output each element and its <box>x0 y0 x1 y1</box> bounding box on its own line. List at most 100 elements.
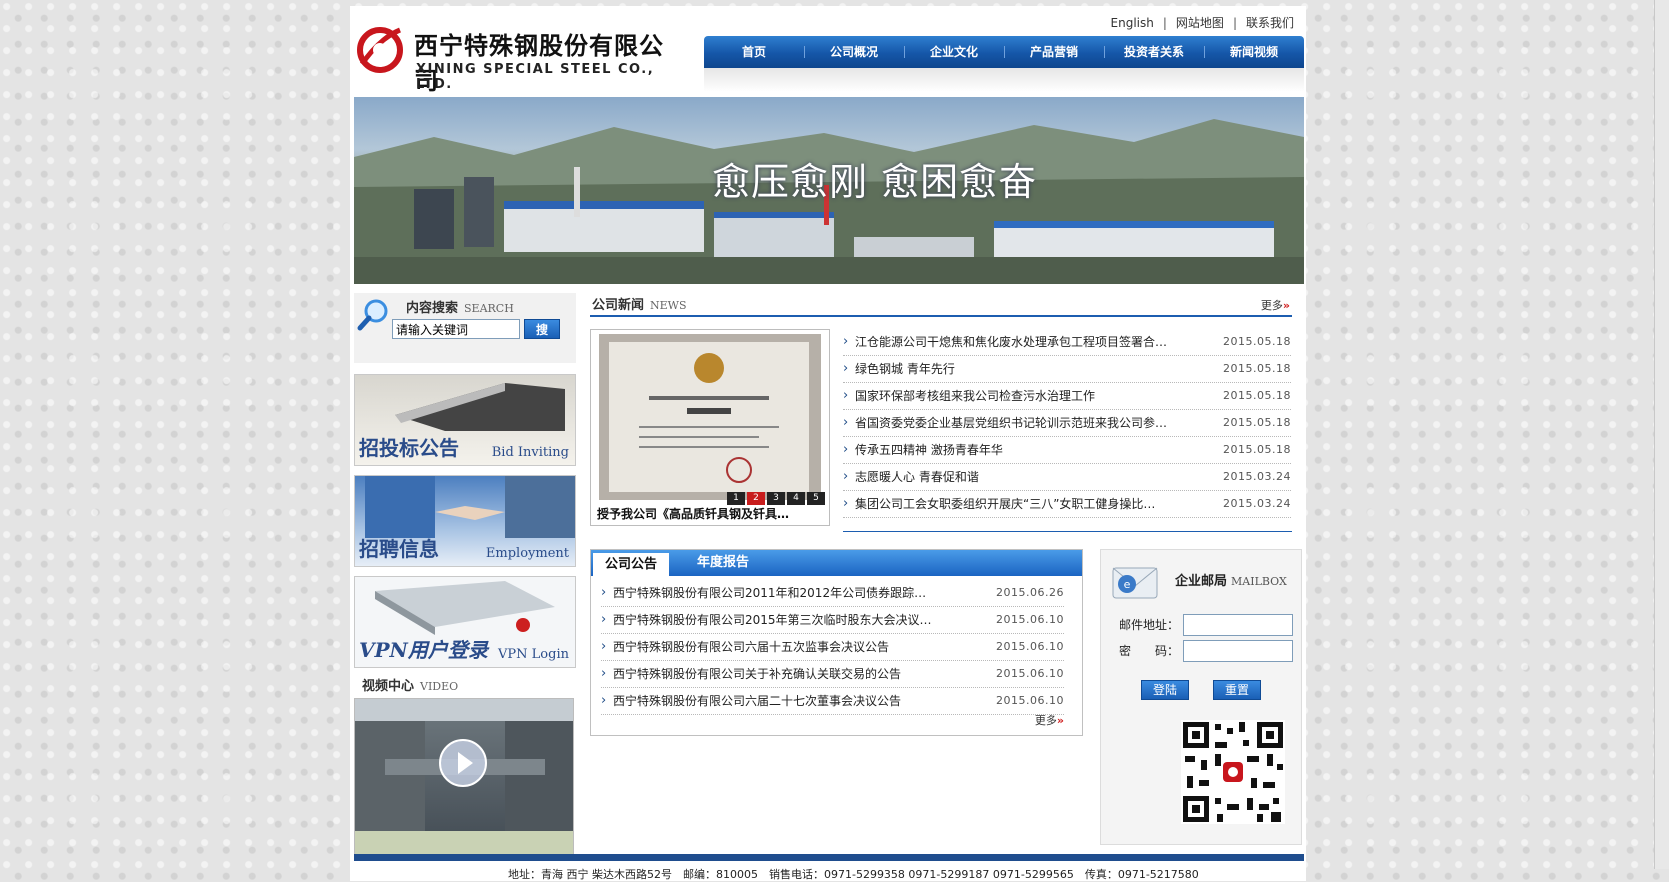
notice-item[interactable]: › 西宁特殊钢股份有限公司六届十五次监事会决议公告 2015.06.10 <box>601 634 1064 661</box>
nav-item-culture[interactable]: 企业文化 <box>904 36 1004 68</box>
double-arrow-icon: » <box>1282 299 1290 312</box>
chevron-right-icon: › <box>843 469 849 484</box>
slideshow-caption[interactable]: 授予我公司《高品质钎具钢及钎具… <box>597 505 823 522</box>
bid-inviting-banner[interactable]: 招投标公告 Bid Inviting <box>354 374 576 466</box>
mail-login-button[interactable]: 登陆 <box>1141 680 1189 700</box>
notice-item[interactable]: › 西宁特殊钢股份有限公司2011年和2012年公司债券跟踪评… 2015.06.2… <box>601 580 1064 607</box>
video-title-cn: 视频中心 <box>362 679 415 694</box>
nav-shadow <box>704 68 1304 92</box>
company-logo[interactable]: 西宁特殊钢股份有限公司 XINING SPECIAL STEEL CO., LT… <box>354 24 674 95</box>
news-item[interactable]: › 江仓能源公司干熄焦和焦化废水处理承包工程项目签署合… 2015.05.18 <box>843 329 1291 356</box>
pager-1[interactable]: 1 <box>727 492 745 505</box>
window-scrollbar[interactable] <box>1654 0 1669 869</box>
chevron-right-icon: › <box>601 585 607 600</box>
news-item-date: 2015.05.18 <box>1223 416 1291 429</box>
separator: | <box>1232 16 1237 30</box>
video-title: 视频中心 VIDEO <box>362 675 458 694</box>
news-item-date: 2015.03.24 <box>1223 470 1291 483</box>
english-link[interactable]: English <box>1111 16 1154 30</box>
tab-annual-reports[interactable]: 年度报告 <box>697 550 749 576</box>
search-title-cn: 内容搜索 <box>406 301 459 316</box>
news-item[interactable]: › 国家环保部考核组来我公司检查污水治理工作 2015.05.18 <box>843 383 1291 410</box>
mail-password-label: 密 码： <box>1119 644 1180 658</box>
news-item[interactable]: › 省国资委党委企业基层党组织书记轮训示范班来我公司参… 2015.05.18 <box>843 410 1291 437</box>
notice-list: › 西宁特殊钢股份有限公司2011年和2012年公司债券跟踪评… 2015.06.2… <box>601 580 1064 715</box>
separator: | <box>1162 16 1167 30</box>
notice-item[interactable]: › 西宁特殊钢股份有限公司2015年第三次临时股东大会决议… 2015.06.10 <box>601 607 1064 634</box>
vpn-login-banner[interactable]: VPN用户登录 VPN Login <box>354 576 576 668</box>
slideshow-pager: 1 2 3 4 5 <box>727 492 825 505</box>
chevron-right-icon: › <box>601 666 607 681</box>
vpn-login-cn: VPN用户登录 <box>359 638 488 662</box>
news-title: 公司新闻 NEWS <box>592 294 687 313</box>
footer-address: 地址：青海 西宁 柴达木西路52号 邮编：810005 销售电话：0971-52… <box>508 868 1199 881</box>
play-icon[interactable] <box>439 739 487 787</box>
pager-2-active[interactable]: 2 <box>747 492 765 505</box>
chevron-right-icon: › <box>843 388 849 403</box>
mailbox-title-en: MAILBOX <box>1231 575 1287 588</box>
notice-item-date: 2015.06.10 <box>996 613 1064 626</box>
news-title-cn: 公司新闻 <box>592 298 645 313</box>
chevron-right-icon: › <box>843 415 849 430</box>
mail-icon: e <box>1112 567 1158 599</box>
vpn-login-en: VPN Login <box>498 647 569 662</box>
nav-item-products[interactable]: 产品营销 <box>1004 36 1104 68</box>
news-item[interactable]: › 志愿暖人心 青春促和谐 2015.03.24 <box>843 464 1291 491</box>
mail-reset-button[interactable]: 重置 <box>1213 680 1261 700</box>
news-item[interactable]: › 绿色钢城 青年先行 2015.05.18 <box>843 356 1291 383</box>
notice-item-title: 西宁特殊钢股份有限公司2015年第三次临时股东大会决议… <box>613 613 932 627</box>
news-item-title: 志愿暖人心 青春促和谐 <box>855 470 979 484</box>
sitemap-link[interactable]: 网站地图 <box>1176 16 1224 30</box>
news-item[interactable]: › 集团公司工会女职委组织开展庆“三八”女职工健身操比… 2015.03.24 <box>843 491 1291 518</box>
mail-address-field[interactable] <box>1183 614 1293 636</box>
national-emblem-icon <box>639 353 779 483</box>
notice-item-date: 2015.06.10 <box>996 667 1064 680</box>
notice-item-title: 西宁特殊钢股份有限公司关于补充确认关联交易的公告 <box>613 667 902 681</box>
news-item-title: 传承五四精神 激扬青春年华 <box>855 443 1003 457</box>
chevron-right-icon: › <box>843 361 849 376</box>
nav-item-investors[interactable]: 投资者关系 <box>1104 36 1204 68</box>
magnifier-icon <box>357 299 388 331</box>
video-player[interactable] <box>354 698 574 855</box>
mail-password-field[interactable] <box>1183 640 1293 662</box>
pager-5[interactable]: 5 <box>807 492 825 505</box>
chevron-right-icon: › <box>843 442 849 457</box>
bid-inviting-cn: 招投标公告 <box>359 436 459 460</box>
news-item[interactable]: › 传承五四精神 激扬青春年华 2015.05.18 <box>843 437 1291 464</box>
footer-bar <box>354 854 1304 861</box>
nav-item-overview[interactable]: 公司概况 <box>804 36 904 68</box>
nav-item-home[interactable]: 首页 <box>704 36 804 68</box>
news-more-link[interactable]: 更多» <box>1261 297 1290 313</box>
svg-text:e: e <box>1124 578 1131 591</box>
notice-panel: 公司公告 年度报告 › 西宁特殊钢股份有限公司2011年和2012年公司债券跟踪评… <box>590 549 1083 736</box>
news-slideshow[interactable]: 1 2 3 4 5 授予我公司《高品质钎具钢及钎具… <box>590 329 830 526</box>
tab-announcements[interactable]: 公司公告 <box>593 553 669 576</box>
news-item-date: 2015.05.18 <box>1223 443 1291 456</box>
pager-4[interactable]: 4 <box>787 492 805 505</box>
news-item-title: 江仓能源公司干熄焦和焦化废水处理承包工程项目签署合… <box>855 335 1168 349</box>
pager-3[interactable]: 3 <box>767 492 785 505</box>
notice-item-date: 2015.06.10 <box>996 640 1064 653</box>
news-item-date: 2015.05.18 <box>1223 362 1291 375</box>
chevron-right-icon: › <box>843 496 849 511</box>
news-item-title: 国家环保部考核组来我公司检查污水治理工作 <box>855 389 1096 403</box>
news-item-date: 2015.05.18 <box>1223 335 1291 348</box>
notice-more-label: 更多 <box>1034 714 1057 727</box>
news-list: › 江仓能源公司干熄焦和焦化废水处理承包工程项目签署合… 2015.05.18 › 绿… <box>843 329 1291 518</box>
notice-item-title: 西宁特殊钢股份有限公司六届十五次监事会决议公告 <box>613 640 890 654</box>
search-input[interactable] <box>392 319 520 339</box>
hero-banner: 愈压愈刚 愈困愈奋 <box>354 97 1304 284</box>
notice-item[interactable]: › 西宁特殊钢股份有限公司六届二十七次董事会决议公告 2015.06.10 <box>601 688 1064 715</box>
notice-more-link[interactable]: 更多» <box>1035 712 1064 728</box>
bid-inviting-en: Bid Inviting <box>491 445 569 460</box>
contact-link[interactable]: 联系我们 <box>1246 16 1294 30</box>
news-header: 公司新闻 NEWS 更多» <box>590 293 1292 317</box>
nav-item-news-video[interactable]: 新闻视频 <box>1204 36 1304 68</box>
mail-address-label: 邮件地址： <box>1119 618 1180 632</box>
employment-cn: 招聘信息 <box>359 537 439 561</box>
employment-banner[interactable]: 招聘信息 Employment <box>354 475 576 567</box>
chevron-right-icon: › <box>601 612 607 627</box>
handshake-image <box>365 476 575 538</box>
search-button[interactable]: 搜 <box>524 319 560 339</box>
notice-item[interactable]: › 西宁特殊钢股份有限公司关于补充确认关联交易的公告 2015.06.10 <box>601 661 1064 688</box>
